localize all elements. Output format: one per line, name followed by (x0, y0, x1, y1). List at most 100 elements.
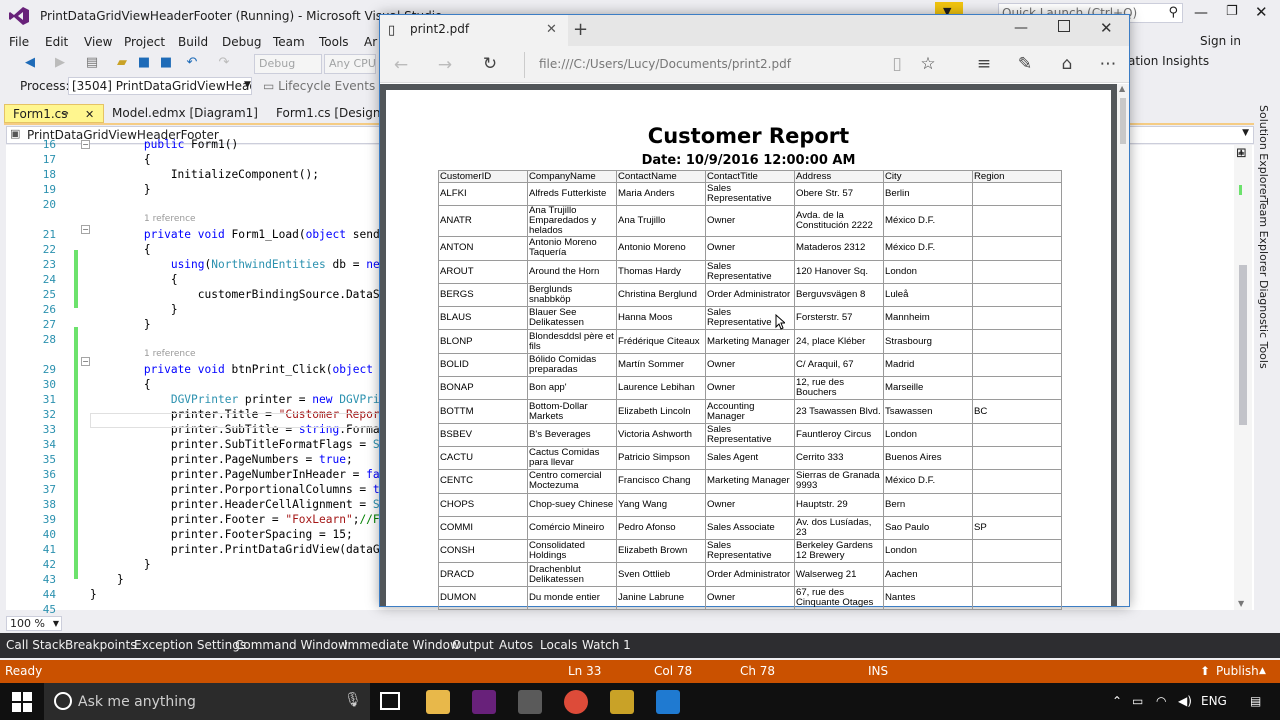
chevron-down-icon[interactable]: ▼ (244, 80, 251, 90)
tab-model-edmx[interactable]: Model.edmx [Diagram1] (104, 104, 270, 123)
chevron-down-icon[interactable]: ▼ (1242, 128, 1249, 138)
configuration-combo[interactable]: Debug (254, 54, 322, 74)
menu-architecture[interactable]: Ar (364, 31, 377, 53)
pin-icon[interactable]: ⊸ (61, 105, 69, 124)
favorite-star-icon[interactable]: ☆ (917, 54, 939, 74)
tab-form1-design[interactable]: Form1.cs [Design] (268, 104, 388, 123)
close-icon[interactable]: ✕ (546, 22, 557, 37)
menu-view[interactable]: View (84, 31, 112, 53)
tab-locals[interactable]: Locals (540, 633, 577, 658)
tab-output[interactable]: Output (452, 633, 494, 658)
media-app-icon[interactable] (610, 690, 634, 714)
editor-scrollbar[interactable]: ▲ ▼ (1234, 145, 1252, 610)
zoom-combo[interactable]: 100 % ▼ (6, 616, 62, 631)
lifecycle-events-button[interactable]: ▭ Lifecycle Events (263, 79, 375, 93)
solution-explorer-tab[interactable]: Solution Explorer (1257, 105, 1270, 199)
menu-team[interactable]: Team (273, 31, 305, 53)
publish-icon[interactable]: ⬆ (1200, 660, 1210, 683)
save-all-icon[interactable]: ■ (158, 55, 174, 71)
outline-collapse-toggle[interactable]: − (81, 140, 90, 149)
forward-icon[interactable]: ▶ (52, 55, 68, 71)
code-line: printer.PorportionalColumns = tr (90, 483, 380, 496)
microphone-icon[interactable]: 🎙 (344, 692, 362, 708)
tray-chevron-icon[interactable]: ⌃ (1112, 694, 1122, 708)
volume-icon[interactable]: ◀) (1178, 694, 1192, 708)
wifi-icon[interactable]: ◠ (1156, 694, 1166, 708)
undo-icon[interactable]: ↶ (184, 55, 200, 71)
chrome-icon[interactable] (564, 690, 588, 714)
tools-app-icon[interactable] (518, 690, 542, 714)
menu-debug[interactable]: Debug (222, 31, 261, 53)
process-combo[interactable]: [3504] PrintDataGridViewHeaderFc (68, 77, 252, 95)
codelens-reference[interactable]: 1 reference (144, 214, 196, 224)
status-insert-mode: INS (868, 664, 889, 678)
web-note-icon[interactable]: ✎ (1014, 54, 1036, 74)
windows-start-icon[interactable] (12, 692, 32, 712)
back-icon[interactable]: ← (390, 55, 412, 75)
publish-button[interactable]: Publish (1216, 660, 1259, 683)
hub-icon[interactable]: ≡ (973, 54, 995, 74)
tab-form1-cs[interactable]: Form1.cs ⊸ ✕ (4, 104, 104, 123)
menu-edit[interactable]: Edit (45, 31, 68, 53)
task-view-icon[interactable] (380, 692, 400, 710)
table-cell: 120 Hanover Sq. (794, 259, 884, 284)
pdf-scrollbar[interactable]: ▲ (1117, 84, 1129, 606)
table-cell: México D.F. (883, 205, 973, 238)
more-icon[interactable]: ⋯ (1097, 54, 1119, 74)
new-tab-icon[interactable]: + (573, 19, 588, 40)
edge-tab-print2[interactable]: ▯ ✕ (380, 15, 568, 46)
code-line: { (90, 153, 151, 166)
redo-icon[interactable]: ↷ (216, 55, 232, 71)
codelens-reference[interactable]: 1 reference (144, 349, 196, 359)
minimize-icon[interactable]: — (1194, 5, 1208, 21)
new-item-icon[interactable]: ▤ (84, 55, 100, 71)
tab-autos[interactable]: Autos (499, 633, 533, 658)
address-input[interactable]: file:///C:/Users/Lucy/Documents/print2.p… (539, 57, 791, 71)
tab-breakpoints[interactable]: Breakpoints (65, 633, 136, 658)
visual-studio-taskbar-icon[interactable] (472, 690, 496, 714)
scroll-thumb[interactable] (1120, 98, 1126, 144)
outline-collapse-toggle[interactable]: − (81, 357, 90, 366)
minimize-icon[interactable]: — (1014, 20, 1028, 36)
menu-file[interactable]: File (9, 31, 29, 53)
tab-watch-1[interactable]: Watch 1 (582, 633, 631, 658)
file-explorer-icon[interactable] (426, 690, 450, 714)
language-indicator[interactable]: ENG (1201, 694, 1227, 708)
diagnostic-tools-tab[interactable]: Diagnostic Tools (1257, 280, 1270, 369)
restore-icon[interactable]: ❐ (1226, 4, 1238, 19)
table-cell: Maria Anders (616, 181, 706, 207)
share-icon[interactable]: ⌂ (1056, 54, 1078, 74)
tab-call-stack[interactable]: Call Stack (6, 633, 65, 658)
back-icon[interactable]: ◀ (22, 55, 38, 71)
tab-immediate-window[interactable]: Immediate Window (344, 633, 460, 658)
column-header: City (883, 170, 973, 183)
platform-combo[interactable]: Any CPU (324, 54, 376, 74)
sign-in-link[interactable]: Sign in (1200, 34, 1241, 48)
close-icon[interactable]: ✕ (85, 105, 94, 124)
split-editor-icon[interactable]: ⊞ (1236, 146, 1247, 161)
chevron-up-icon[interactable]: ▲ (1259, 660, 1266, 683)
outline-collapse-toggle[interactable]: − (81, 225, 90, 234)
save-icon[interactable]: ■ (136, 55, 152, 71)
network-icon[interactable]: ▭ (1132, 694, 1143, 708)
refresh-icon[interactable]: ↻ (479, 54, 501, 74)
edge-taskbar-icon[interactable] (656, 690, 680, 714)
menu-build[interactable]: Build (178, 31, 208, 53)
reading-view-icon[interactable]: ▯ (886, 54, 908, 74)
maximize-icon[interactable] (1058, 20, 1070, 32)
scroll-down-icon[interactable]: ▼ (1238, 599, 1244, 608)
menu-tools[interactable]: Tools (319, 31, 349, 53)
close-icon[interactable]: ✕ (1255, 3, 1268, 21)
open-folder-icon[interactable]: ▰ (114, 55, 130, 71)
table-cell: BOTTM (438, 399, 528, 424)
scroll-up-icon[interactable]: ▲ (1119, 84, 1125, 93)
close-icon[interactable]: ✕ (1100, 19, 1113, 37)
forward-icon[interactable]: → (434, 55, 456, 75)
menu-project[interactable]: Project (124, 31, 165, 53)
tab-exception-settings[interactable]: Exception Settings (134, 633, 246, 658)
scroll-thumb[interactable] (1239, 265, 1247, 425)
table-cell: Berlin (883, 181, 973, 207)
tab-command-window[interactable]: Command Window (235, 633, 348, 658)
team-explorer-tab[interactable]: Team Explorer (1257, 198, 1270, 276)
notifications-icon[interactable]: ▤ (1250, 694, 1261, 708)
